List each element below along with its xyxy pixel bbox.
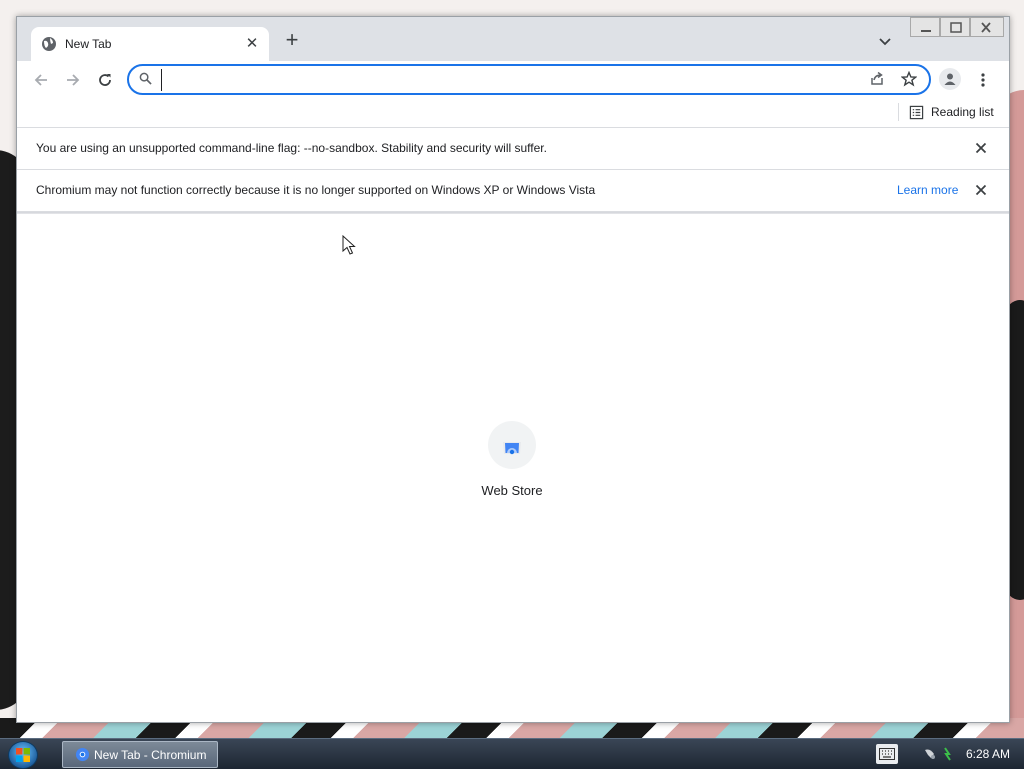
taskbar-item-label: New Tab - Chromium	[94, 748, 207, 762]
bookmarks-bar: Reading list	[17, 99, 1009, 128]
close-icon[interactable]	[973, 182, 989, 198]
share-icon[interactable]	[869, 71, 885, 87]
reading-list-label: Reading list	[931, 105, 994, 119]
arrow-right-icon	[67, 74, 80, 86]
infobar-no-sandbox: You are using an unsupported command-lin…	[17, 128, 1009, 170]
infobar-message: Chromium may not function correctly beca…	[36, 183, 596, 197]
close-window-button[interactable]	[970, 17, 1004, 37]
taskbar-item-chromium[interactable]: New Tab - Chromium	[62, 741, 218, 768]
chromium-icon	[75, 747, 90, 762]
windows-logo-icon	[16, 748, 30, 762]
tray-icon[interactable]	[922, 746, 938, 762]
search-icon	[139, 72, 152, 85]
menu-button[interactable]	[975, 68, 991, 92]
kebab-menu-icon	[981, 73, 985, 87]
tab-strip: New Tab ✕ +	[17, 17, 1009, 61]
browser-window: New Tab ✕ + Reading list You are using a…	[16, 16, 1010, 723]
minimize-button[interactable]	[910, 17, 940, 37]
maximize-button[interactable]	[940, 17, 970, 37]
network-icon[interactable]	[940, 746, 956, 762]
forward-button[interactable]	[61, 68, 85, 92]
taskbar: New Tab - Chromium 6:28 AM	[0, 738, 1024, 769]
learn-more-link[interactable]: Learn more	[897, 183, 958, 197]
globe-icon	[42, 37, 56, 51]
address-input[interactable]	[161, 69, 846, 91]
mouse-cursor-icon	[342, 235, 356, 255]
tab-search-chevron-icon[interactable]	[877, 33, 893, 49]
address-bar[interactable]	[127, 64, 931, 95]
bookmarks-separator	[898, 103, 899, 121]
arrow-left-icon	[34, 74, 47, 86]
profile-button[interactable]	[939, 68, 961, 90]
start-button[interactable]	[8, 741, 38, 769]
reload-button[interactable]	[93, 68, 117, 92]
keyboard-icon[interactable]	[876, 744, 898, 764]
new-tab-page: Web Store	[17, 214, 1009, 722]
infobar-message: You are using an unsupported command-lin…	[36, 141, 547, 155]
new-tab-button[interactable]: +	[281, 29, 303, 51]
person-icon	[944, 73, 956, 85]
shortcut-label: Web Store	[481, 483, 543, 498]
tab-title: New Tab	[65, 37, 112, 51]
infobar-unsupported-os: Chromium may not function correctly beca…	[17, 170, 1009, 212]
tab-new-tab[interactable]: New Tab ✕	[31, 27, 269, 61]
toolbar	[17, 61, 1009, 99]
tab-close-icon[interactable]: ✕	[243, 35, 261, 53]
reading-list-icon	[909, 105, 924, 120]
clock: 6:28 AM	[966, 747, 1011, 761]
close-icon[interactable]	[973, 140, 989, 156]
reload-icon	[99, 74, 111, 86]
back-button[interactable]	[29, 68, 53, 92]
web-store-icon	[503, 442, 521, 455]
shortcut-tile	[488, 421, 536, 469]
shortcut-web-store[interactable]: Web Store	[467, 421, 557, 511]
bookmark-star-icon[interactable]	[901, 71, 917, 87]
